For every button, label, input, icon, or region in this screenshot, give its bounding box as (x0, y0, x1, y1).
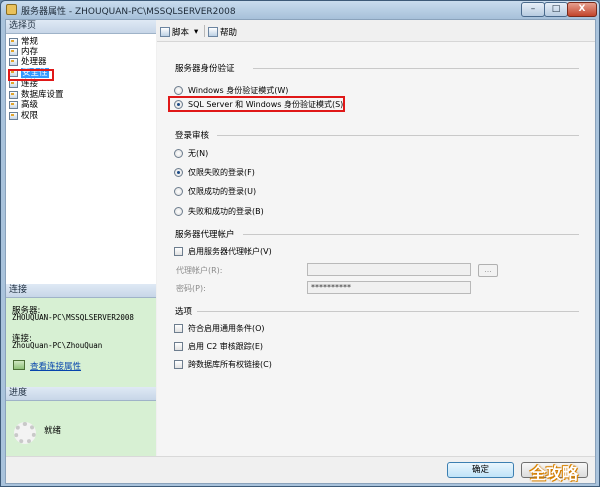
server-auth-title: 服务器身份验证 (175, 64, 235, 74)
proxy-account-field[interactable] (307, 263, 471, 276)
ok-button[interactable]: 确定 (447, 462, 514, 478)
page-icon (9, 38, 18, 46)
checkbox-icon (174, 246, 183, 256)
page-label: 处理器 (21, 57, 47, 67)
browse-button[interactable]: ... (478, 264, 498, 277)
option-label: 启用 C2 审核跟踪(E) (188, 341, 264, 351)
password-field[interactable]: ********** (307, 281, 471, 294)
radio-selected-icon (174, 167, 183, 177)
group-divider (197, 311, 579, 312)
minimize-button[interactable]: – (521, 2, 545, 17)
connection-properties-icon (13, 360, 25, 370)
mixed-auth-highlight-box (168, 96, 345, 112)
audit-none-radio[interactable]: 无(N) (174, 147, 208, 159)
select-page-header: 选择页 (6, 20, 156, 34)
page-label: 常规 (21, 37, 39, 47)
help-label: 帮助 (220, 28, 238, 38)
windows-auth-radio[interactable]: Windows 身份验证模式(W) (174, 84, 288, 96)
dialog-client: 选择页 常规 内存 处理器 安全性 连接 数据库设置 高级 权限 连接 服务器:… (5, 19, 596, 484)
option-label: 符合启用通用条件(O) (188, 323, 265, 333)
server-properties-window: 服务器属性 - ZHOUQUAN-PC\MSSQLSERVER2008 – □ … (0, 0, 600, 487)
audit-both-radio[interactable]: 失败和成功的登录(B) (174, 205, 264, 217)
help-icon (208, 27, 218, 37)
page-item-advanced[interactable]: 高级 (9, 100, 38, 110)
radio-icon (174, 85, 183, 95)
button-bar: 确定 (6, 456, 595, 483)
options-title: 选项 (175, 307, 193, 317)
page-label: 高级 (21, 100, 39, 110)
script-label: 脚本 (172, 28, 190, 38)
windows-auth-label: Windows 身份验证模式(W) (188, 85, 289, 95)
option-label: 跨数据库所有权链接(C) (188, 359, 272, 369)
page-label: 数据库设置 (21, 90, 64, 100)
c2-audit-checkbox[interactable]: 启用 C2 审核跟踪(E) (174, 340, 263, 352)
common-criteria-checkbox[interactable]: 符合启用通用条件(O) (174, 322, 265, 334)
cross-db-chaining-checkbox[interactable]: 跨数据库所有权链接(C) (174, 358, 272, 370)
enable-proxy-label: 启用服务器代理帐户(V) (188, 246, 272, 256)
script-icon (160, 27, 170, 37)
content-pane: 脚本 ▾ 帮助 服务器身份验证 Windows 身份验证模式(W) SQL Se… (157, 20, 595, 456)
toolbar-separator (204, 25, 205, 37)
page-icon (9, 80, 18, 88)
page-icon (9, 112, 18, 120)
page-item-processor[interactable]: 处理器 (9, 57, 47, 67)
audit-option-label: 失败和成功的登录(B) (188, 206, 264, 216)
checkbox-icon (174, 341, 183, 351)
chevron-down-icon: ▾ (194, 27, 199, 37)
audit-success-radio[interactable]: 仅限成功的登录(U) (174, 185, 256, 197)
checkbox-icon (174, 359, 183, 369)
page-item-database-settings[interactable]: 数据库设置 (9, 90, 64, 100)
left-pane: 选择页 常规 内存 处理器 安全性 连接 数据库设置 高级 权限 连接 服务器:… (6, 20, 156, 456)
checkbox-icon (174, 323, 183, 333)
page-icon (9, 91, 18, 99)
enable-proxy-checkbox[interactable]: 启用服务器代理帐户(V) (174, 245, 272, 257)
help-button[interactable]: 帮助 (208, 26, 237, 38)
maximize-button[interactable]: □ (544, 2, 568, 17)
page-label: 权限 (21, 111, 39, 121)
server-value: ZHOUQUAN-PC\MSSQLSERVER2008 (12, 313, 134, 322)
group-divider (217, 135, 579, 136)
password-label: 密码(P): (176, 284, 206, 293)
page-icon (9, 48, 18, 56)
page-item-general[interactable]: 常规 (9, 37, 38, 47)
toolbar: 脚本 ▾ 帮助 (157, 20, 595, 42)
proxy-account-label: 代理帐户(R): (176, 266, 223, 275)
page-icon (9, 101, 18, 109)
group-divider (243, 234, 579, 235)
title-bar: 服务器属性 - ZHOUQUAN-PC\MSSQLSERVER2008 – □ … (1, 1, 599, 19)
radio-icon (174, 148, 183, 158)
login-audit-title: 登录审核 (175, 131, 210, 141)
connection-panel: 服务器: ZHOUQUAN-PC\MSSQLSERVER2008 连接: Zho… (6, 298, 156, 401)
audit-option-label: 仅限成功的登录(U) (188, 186, 257, 196)
window-title: 服务器属性 - ZHOUQUAN-PC\MSSQLSERVER2008 (21, 7, 236, 17)
window-app-icon (6, 4, 17, 15)
view-connection-properties-link[interactable]: 查看连接属性 (30, 360, 81, 372)
radio-icon (174, 206, 183, 216)
progress-header: 进度 (6, 387, 156, 401)
audit-option-label: 仅限失败的登录(F) (188, 167, 255, 177)
close-button[interactable]: X (567, 2, 597, 17)
connection-header: 连接 (6, 284, 156, 298)
connection-value: ZhouQuan-PC\ZhouQuan (12, 341, 103, 350)
progress-panel: 就绪 (6, 401, 156, 456)
radio-icon (174, 186, 183, 196)
progress-status: 就绪 (44, 426, 62, 436)
audit-failed-radio[interactable]: 仅限失败的登录(F) (174, 166, 255, 178)
script-button[interactable]: 脚本 ▾ (160, 26, 198, 38)
audit-option-label: 无(N) (188, 148, 209, 158)
progress-spinner-icon (14, 422, 36, 444)
page-label: 内存 (21, 47, 39, 57)
security-highlight-box (8, 69, 54, 81)
page-icon (9, 58, 18, 66)
proxy-title: 服务器代理帐户 (175, 230, 235, 240)
group-divider (253, 68, 579, 69)
page-item-permissions[interactable]: 权限 (9, 111, 38, 121)
page-item-memory[interactable]: 内存 (9, 47, 38, 57)
watermark-logo: 全攻略 (530, 464, 579, 483)
